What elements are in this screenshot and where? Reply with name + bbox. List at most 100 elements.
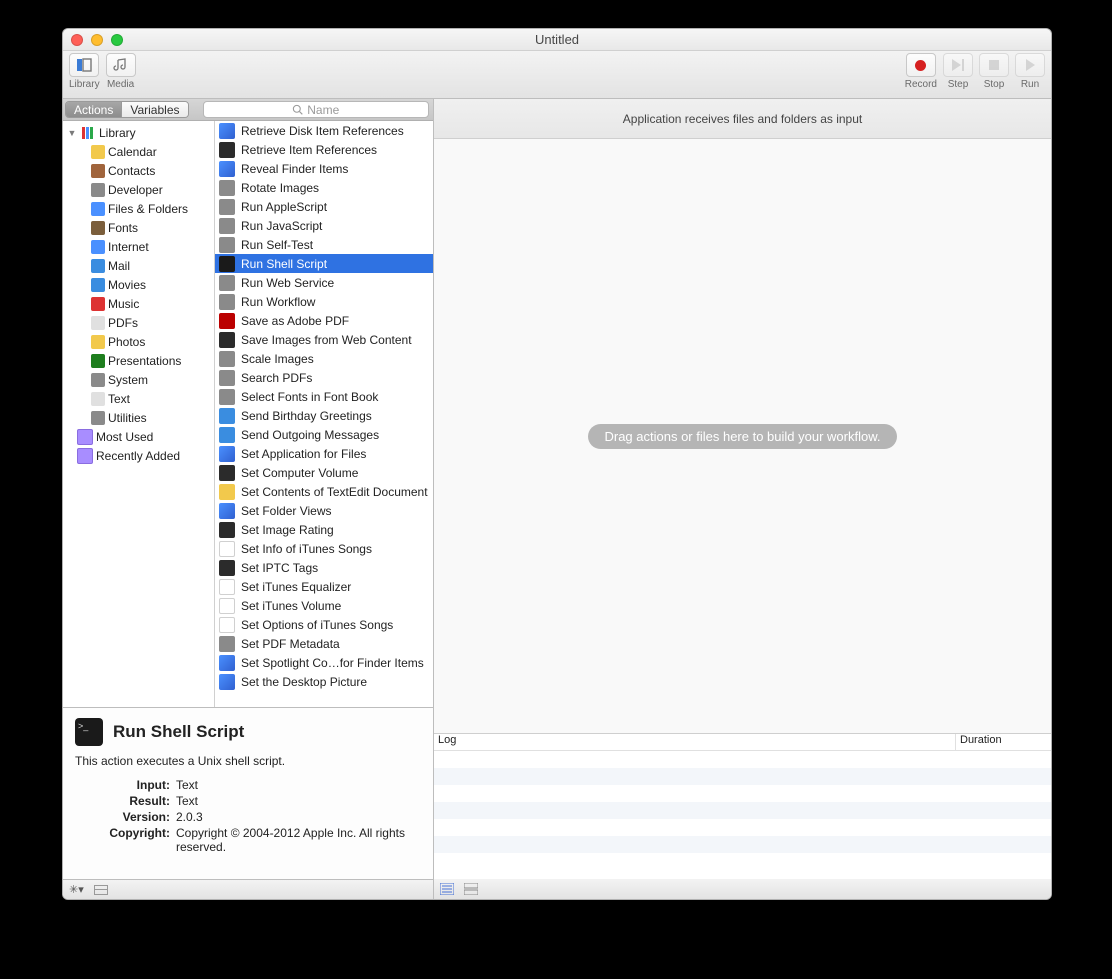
- action-row[interactable]: Set Spotlight Co…for Finder Items: [215, 653, 433, 672]
- record-button[interactable]: [906, 53, 936, 77]
- step-button[interactable]: [943, 53, 973, 77]
- library-group[interactable]: Music: [63, 294, 214, 313]
- toggle-detail-icon[interactable]: [94, 885, 108, 895]
- action-row[interactable]: Set Folder Views: [215, 501, 433, 520]
- action-label: Rotate Images: [241, 181, 319, 195]
- detail-result: Text: [176, 794, 421, 808]
- action-row[interactable]: Set Options of iTunes Songs: [215, 615, 433, 634]
- log-column-duration[interactable]: Duration: [956, 734, 1051, 750]
- action-row[interactable]: Run AppleScript: [215, 197, 433, 216]
- library-group[interactable]: Files & Folders: [63, 199, 214, 218]
- library-group[interactable]: Fonts: [63, 218, 214, 237]
- action-row[interactable]: Run JavaScript: [215, 216, 433, 235]
- action-row[interactable]: Set Computer Volume: [215, 463, 433, 482]
- log-column-log[interactable]: Log: [434, 734, 956, 750]
- minimize-window-button[interactable]: [91, 34, 103, 46]
- search-icon: [292, 104, 303, 115]
- action-label: Set Folder Views: [241, 504, 332, 518]
- action-label: Run Workflow: [241, 295, 315, 309]
- action-row[interactable]: Set iTunes Volume: [215, 596, 433, 615]
- action-row[interactable]: Send Outgoing Messages: [215, 425, 433, 444]
- action-icon: [219, 142, 235, 158]
- action-icon: [219, 237, 235, 253]
- category-icon: [91, 316, 105, 330]
- action-row[interactable]: Set PDF Metadata: [215, 634, 433, 653]
- action-row[interactable]: Run Self-Test: [215, 235, 433, 254]
- action-row[interactable]: Set iTunes Equalizer: [215, 577, 433, 596]
- action-row[interactable]: Run Workflow: [215, 292, 433, 311]
- library-smart-folder[interactable]: Recently Added: [63, 446, 214, 465]
- library-group[interactable]: Photos: [63, 332, 214, 351]
- action-row[interactable]: Set IPTC Tags: [215, 558, 433, 577]
- library-group[interactable]: Mail: [63, 256, 214, 275]
- right-footer: [434, 879, 1051, 899]
- action-icon: [219, 351, 235, 367]
- log-view-icon[interactable]: [440, 883, 454, 895]
- library-root[interactable]: ▼ Library: [63, 123, 214, 142]
- action-row[interactable]: Save Images from Web Content: [215, 330, 433, 349]
- library-group[interactable]: Movies: [63, 275, 214, 294]
- media-toolbar-button[interactable]: [106, 53, 136, 77]
- workflow-input-bar[interactable]: Application receives files and folders a…: [434, 99, 1051, 139]
- library-group[interactable]: Utilities: [63, 408, 214, 427]
- disclosure-triangle-icon[interactable]: ▼: [67, 128, 77, 138]
- library-group[interactable]: Contacts: [63, 161, 214, 180]
- action-row[interactable]: Retrieve Item References: [215, 140, 433, 159]
- action-row[interactable]: Reveal Finder Items: [215, 159, 433, 178]
- action-row[interactable]: Retrieve Disk Item References: [215, 121, 433, 140]
- action-row[interactable]: Set Image Rating: [215, 520, 433, 539]
- actions-list[interactable]: Retrieve Disk Item References Retrieve It…: [215, 121, 433, 707]
- window-controls: [71, 34, 123, 46]
- library-tree[interactable]: ▼ Library CalendarContactsDeveloperFiles…: [63, 121, 215, 707]
- action-row[interactable]: Save as Adobe PDF: [215, 311, 433, 330]
- category-icon: [91, 259, 105, 273]
- action-row[interactable]: Rotate Images: [215, 178, 433, 197]
- action-icon: [219, 199, 235, 215]
- library-group[interactable]: Developer: [63, 180, 214, 199]
- action-icon: [219, 370, 235, 386]
- library-group[interactable]: Text: [63, 389, 214, 408]
- action-row[interactable]: Set the Desktop Picture: [215, 672, 433, 691]
- workflow-canvas[interactable]: Drag actions or files here to build your…: [434, 139, 1051, 733]
- action-row[interactable]: Run Web Service: [215, 273, 433, 292]
- category-icon: [91, 278, 105, 292]
- action-row[interactable]: Scale Images: [215, 349, 433, 368]
- action-label: Set PDF Metadata: [241, 637, 340, 651]
- action-label: Set Spotlight Co…for Finder Items: [241, 656, 424, 670]
- action-label: Select Fonts in Font Book: [241, 390, 378, 404]
- library-group[interactable]: Internet: [63, 237, 214, 256]
- action-row[interactable]: Set Info of iTunes Songs: [215, 539, 433, 558]
- library-group[interactable]: Calendar: [63, 142, 214, 161]
- run-button[interactable]: [1015, 53, 1045, 77]
- stop-button[interactable]: [979, 53, 1009, 77]
- action-icon: [219, 674, 235, 690]
- library-toolbar-button[interactable]: [69, 53, 99, 77]
- action-row[interactable]: Set Contents of TextEdit Document: [215, 482, 433, 501]
- toolbar: Library Media Record Step: [63, 51, 1051, 99]
- action-label: Retrieve Item References: [241, 143, 377, 157]
- action-label: Search PDFs: [241, 371, 312, 385]
- action-row[interactable]: Select Fonts in Font Book: [215, 387, 433, 406]
- search-field[interactable]: Name: [203, 101, 430, 118]
- action-row[interactable]: Send Birthday Greetings: [215, 406, 433, 425]
- workflow-pane: Application receives files and folders a…: [434, 99, 1051, 899]
- action-row[interactable]: Run Shell Script: [215, 254, 433, 273]
- search-placeholder: Name: [307, 103, 339, 117]
- action-icon: [219, 123, 235, 139]
- library-group[interactable]: System: [63, 370, 214, 389]
- action-label: Run Web Service: [241, 276, 334, 290]
- action-row[interactable]: Set Application for Files: [215, 444, 433, 463]
- zoom-window-button[interactable]: [111, 34, 123, 46]
- action-row[interactable]: Search PDFs: [215, 368, 433, 387]
- action-icon: [219, 180, 235, 196]
- workflow-view-icon[interactable]: [464, 883, 478, 895]
- action-label: Set the Desktop Picture: [241, 675, 367, 689]
- library-group[interactable]: PDFs: [63, 313, 214, 332]
- close-window-button[interactable]: [71, 34, 83, 46]
- library-group[interactable]: Presentations: [63, 351, 214, 370]
- automator-window: Untitled Library Media Record: [62, 28, 1052, 900]
- gear-menu-icon[interactable]: ✳︎▾: [69, 883, 84, 896]
- actions-tab[interactable]: Actions: [66, 102, 121, 117]
- variables-tab[interactable]: Variables: [121, 102, 187, 117]
- library-smart-folder[interactable]: Most Used: [63, 427, 214, 446]
